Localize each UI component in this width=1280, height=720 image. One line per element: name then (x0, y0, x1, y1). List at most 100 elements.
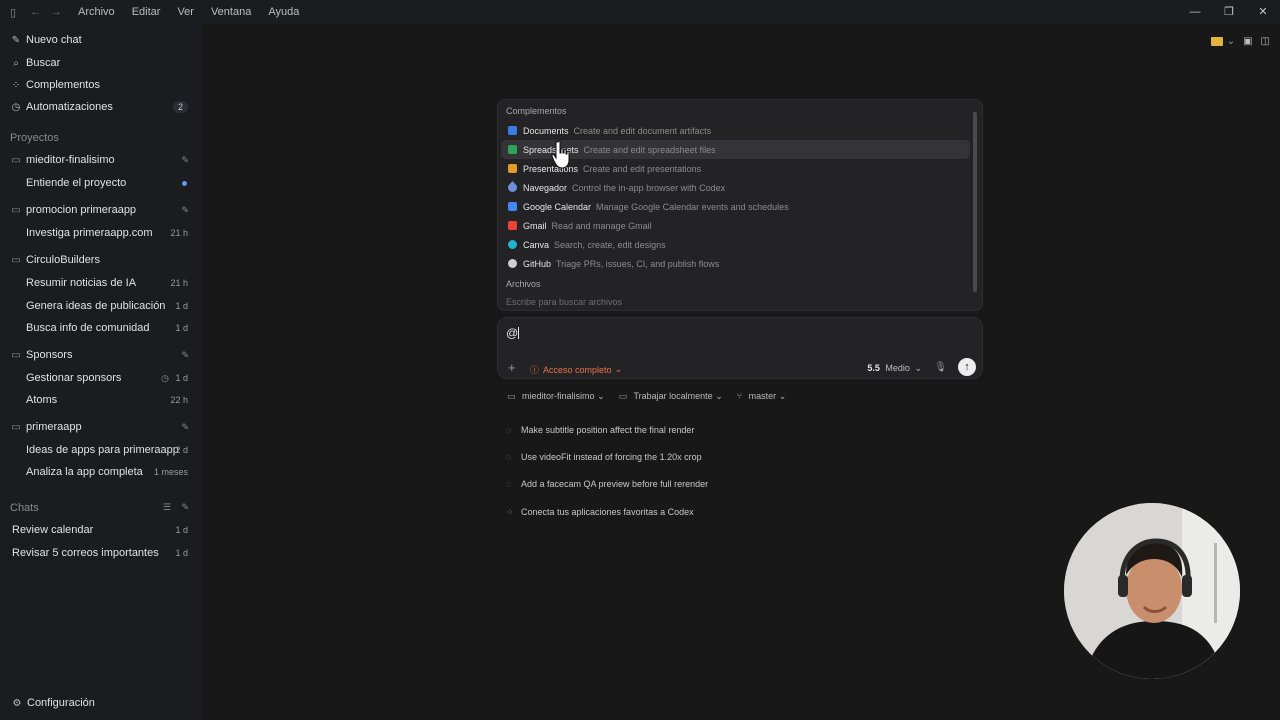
microphone-icon[interactable]: 🎙 (934, 362, 947, 373)
sidebar-chat-item[interactable]: Genera ideas de publicación 1 d (0, 296, 201, 316)
project-primeraapp[interactable]: ▭ primeraapp ✎ (0, 417, 201, 437)
open-folder-button[interactable]: ⌄ (1210, 32, 1236, 50)
folder-icon: ▭ (11, 154, 21, 166)
gmail-icon (508, 221, 517, 230)
google-calendar-icon (508, 202, 517, 211)
project-sponsors[interactable]: ▭ Sponsors ✎ (0, 345, 201, 365)
chevron-down-icon: ⌄ (715, 390, 723, 401)
menu-ver[interactable]: Ver (177, 6, 194, 18)
chat-bubble-icon: ◌ (506, 425, 512, 435)
folder-icon: ▭ (11, 254, 21, 266)
sidebar-chat-item[interactable]: Ideas de apps para primeraapp 2 d (0, 440, 201, 460)
branch-selector[interactable]: ⑂ master ⌄ (737, 391, 787, 402)
sidebar-toggle-icon[interactable]: ▯ (6, 6, 20, 19)
files-section-title: Archivos (506, 279, 541, 289)
menu-ventana[interactable]: Ventana (211, 6, 251, 18)
model-selector[interactable]: 5.5 Medio ⌄ (867, 363, 922, 374)
back-arrow-icon[interactable]: ← (30, 6, 41, 18)
add-attachment-icon[interactable]: + (508, 360, 516, 375)
chat-composer[interactable]: @ + ⓘ Acceso completo ⌄ 5.5 Medio ⌄ 🎙 ↑ (497, 317, 983, 379)
presentations-icon (508, 164, 517, 173)
mention-popup: Complementos Documents Create and edit d… (497, 99, 983, 311)
chevron-down-icon: ⌄ (614, 364, 623, 374)
files-search-placeholder: Escribe para buscar archivos (506, 297, 623, 307)
project-selector[interactable]: ▭ mieditor-finalisimo ⌄ (507, 391, 605, 402)
projects-section-title: Proyectos (10, 132, 59, 144)
popup-item-github[interactable]: GitHub Triage PRs, issues, CI, and publi… (501, 254, 970, 273)
apps-grid-icon: ⁘ (506, 506, 514, 517)
suggestion-item[interactable]: ◌ Make subtitle position affect the fina… (506, 422, 694, 438)
popup-section-title: Complementos (506, 106, 567, 116)
chevron-down-icon: ⌄ (1226, 35, 1236, 47)
folder-icon: ▭ (11, 421, 21, 433)
sidebar-chat-item[interactable]: Atoms 22 h (0, 390, 201, 410)
menu-ayuda[interactable]: Ayuda (268, 6, 299, 18)
popup-item-google-calendar[interactable]: Google Calendar Manage Google Calendar e… (501, 197, 970, 216)
sidebar-item-complementos[interactable]: ⁘ Complementos (0, 75, 201, 95)
work-mode-selector[interactable]: ▭ Trabajar localmente ⌄ (619, 391, 723, 402)
project-mieditor-finalisimo[interactable]: ▭ mieditor-finalisimo ✎ (0, 150, 201, 170)
settings-button[interactable]: ⚙ Configuración (0, 693, 201, 713)
chat-bubble-icon: ◌ (506, 452, 512, 462)
sidebar-chat-item[interactable]: Gestionar sponsors 1 d ◷ (0, 368, 201, 388)
folder-icon (1210, 36, 1223, 46)
grid-icon: ⁘ (11, 79, 21, 91)
suggestion-item[interactable]: ◌ Use videoFit instead of forcing the 1.… (506, 449, 702, 465)
maximize-icon[interactable]: ❐ (1212, 0, 1246, 24)
popup-item-navegador[interactable]: Navegador Control the in-app browser wit… (501, 178, 970, 197)
top-right-controls: ⌄ ▣ ◫ (1203, 32, 1270, 50)
chevron-down-icon: ⌄ (914, 363, 922, 373)
composer-input[interactable]: @ (506, 326, 520, 340)
popup-item-gmail[interactable]: Gmail Read and manage Gmail (501, 216, 970, 235)
sidebar-chat-item[interactable]: Resumir noticias de IA 21 h (0, 273, 201, 293)
new-chat-in-project-icon[interactable]: ✎ (181, 155, 189, 166)
chevron-down-icon: ⌄ (597, 390, 605, 401)
sidebar-chat-item[interactable]: Entiende el proyecto (0, 173, 201, 193)
clock-icon: ◷ (161, 372, 169, 383)
sidebar-chat-item[interactable]: Busca info de comunidad 1 d (0, 318, 201, 338)
terminal-button[interactable]: ▣ (1243, 32, 1252, 50)
sidebar-item-automatizaciones[interactable]: ◷ Automatizaciones 2 (0, 97, 201, 117)
popup-item-documents[interactable]: Documents Create and edit document artif… (501, 121, 970, 140)
sidebar: ✎ Nuevo chat ⌕ Buscar ⁘ Complementos ◷ A… (0, 24, 201, 720)
folder-icon: ▭ (11, 349, 21, 361)
arrow-up-icon: ↑ (964, 361, 970, 373)
menu-archivo[interactable]: Archivo (78, 6, 115, 18)
suggestion-item[interactable]: ◌ Add a facecam QA preview before full r… (506, 476, 708, 492)
new-chat-in-project-icon[interactable]: ✎ (181, 205, 189, 216)
project-promocion-primeraapp[interactable]: ▭ promocion primeraapp ✎ (0, 200, 201, 220)
suggestion-item[interactable]: ⁘ Conecta tus aplicaciones favoritas a C… (506, 504, 694, 520)
filter-icon[interactable]: ☰ (163, 502, 171, 513)
chat-bubble-icon: ◌ (506, 479, 512, 489)
access-mode-dropdown[interactable]: ⓘ Acceso completo ⌄ (530, 363, 622, 376)
chevron-down-icon: ⌄ (778, 390, 787, 401)
popup-item-canva[interactable]: Canva Search, create, edit designs (501, 235, 970, 254)
menu-editar[interactable]: Editar (132, 6, 161, 18)
clock-icon: ◷ (11, 101, 21, 113)
send-button[interactable]: ↑ (958, 358, 976, 376)
panel-toggle-button[interactable]: ◫ (1261, 32, 1270, 50)
sidebar-item-nuevo-chat[interactable]: ✎ Nuevo chat (0, 30, 201, 50)
edit-icon: ✎ (11, 34, 21, 46)
panel-icon: ◫ (1260, 35, 1270, 47)
context-bar: ▭ mieditor-finalisimo ⌄ ▭ Trabajar local… (497, 385, 983, 407)
gear-icon: ⚙ (12, 697, 22, 709)
folder-icon: ▭ (507, 390, 516, 401)
sidebar-chat-item[interactable]: Investiga primeraapp.com 21 h (0, 223, 201, 243)
new-chat-in-project-icon[interactable]: ✎ (181, 350, 189, 361)
sidebar-item-buscar[interactable]: ⌕ Buscar (0, 53, 201, 73)
github-icon (508, 259, 517, 268)
sidebar-chat-item[interactable]: Review calendar 1 d (0, 520, 201, 540)
sidebar-chat-item[interactable]: Analiza la app completa 1 meses (0, 462, 201, 482)
minimize-icon[interactable]: — (1178, 0, 1212, 24)
new-chat-icon[interactable]: ✎ (181, 502, 189, 513)
window-controls: — ❐ ✕ (1178, 0, 1280, 24)
forward-arrow-icon[interactable]: → (51, 6, 62, 18)
sidebar-chat-item[interactable]: Revisar 5 correos importantes 1 d (0, 543, 201, 563)
documents-icon (508, 126, 517, 135)
project-circulobuilders[interactable]: ▭ CirculoBuilders (0, 250, 201, 270)
new-chat-in-project-icon[interactable]: ✎ (181, 422, 189, 433)
title-bar: ▯ ← → Archivo Editar Ver Ventana Ayuda —… (0, 0, 1280, 24)
popup-scrollbar[interactable] (973, 112, 977, 292)
close-icon[interactable]: ✕ (1246, 0, 1280, 24)
